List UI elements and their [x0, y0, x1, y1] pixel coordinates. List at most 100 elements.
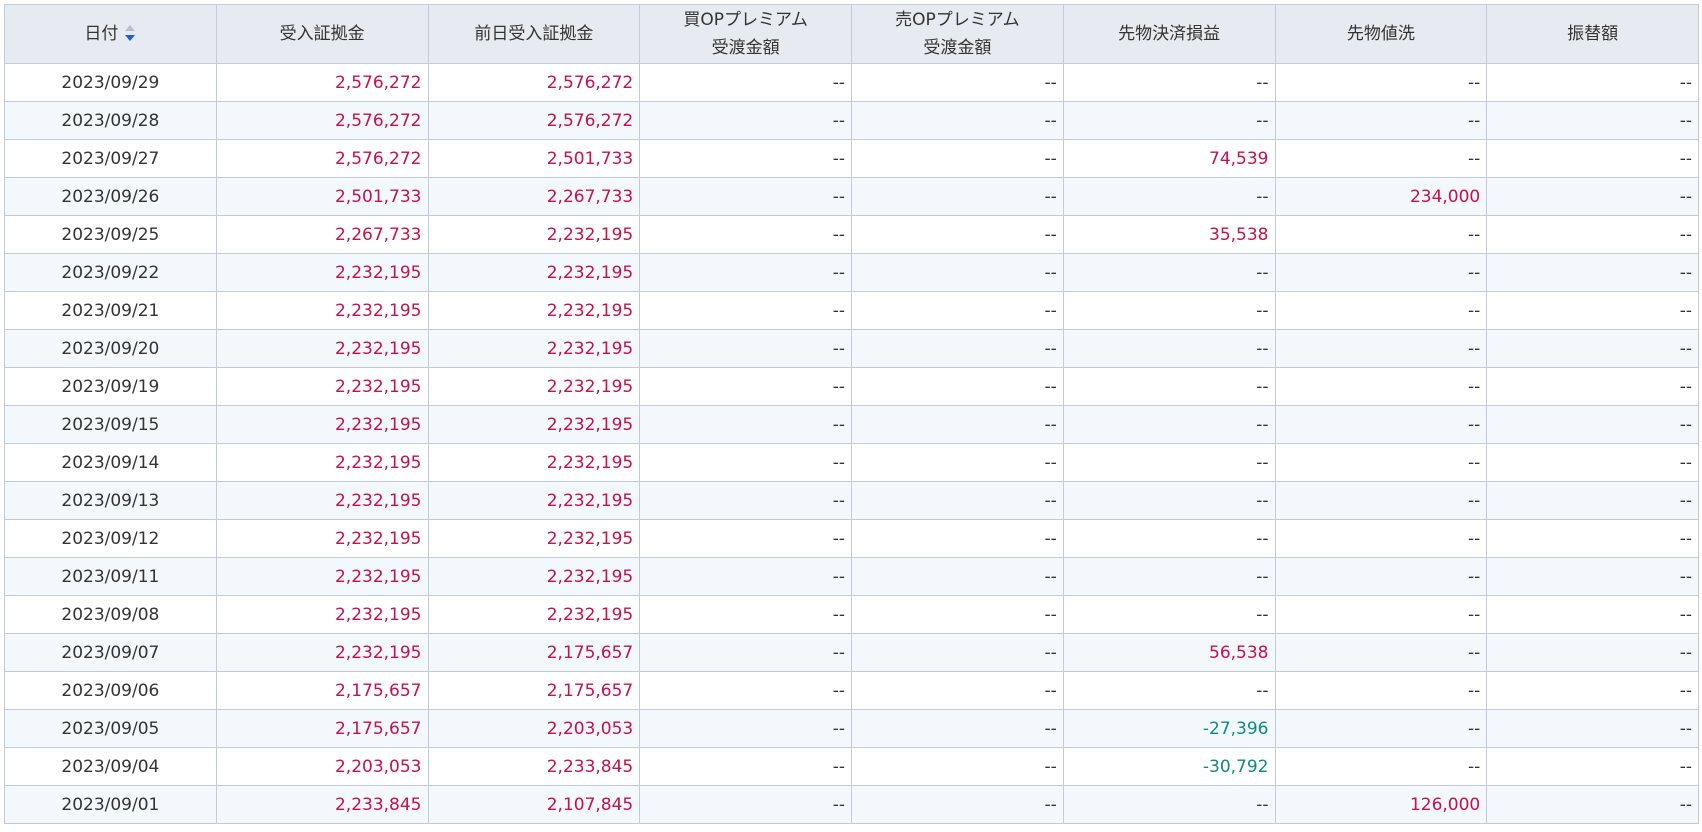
cell-buy-op-premium: --: [639, 443, 852, 482]
cell-sell-op-premium: --: [851, 557, 1064, 596]
header-futures-settlement-pl: 先物決済損益: [1062, 4, 1276, 64]
cell-prev-received-margin: 2,203,053: [427, 709, 641, 748]
cell-transfer-amount: --: [1486, 329, 1699, 368]
cell-futures-settlement-pl: --: [1062, 481, 1276, 520]
header-futures-mark-to-market: 先物値洗: [1274, 4, 1488, 64]
table-row: 2023/09/15 2,232,195 2,232,195 -- -- -- -- --: [4, 405, 1699, 444]
cell-received-margin: 2,576,272: [215, 63, 429, 102]
cell-buy-op-premium: --: [639, 671, 852, 710]
cell-transfer-amount: --: [1486, 101, 1699, 140]
cell-futures-settlement-pl: --: [1062, 63, 1276, 102]
cell-buy-op-premium: --: [639, 215, 852, 254]
header-date[interactable]: 日付: [4, 4, 217, 64]
cell-date: 2023/09/04: [4, 747, 217, 786]
cell-prev-received-margin: 2,232,195: [427, 557, 641, 596]
cell-futures-mark-to-market: --: [1274, 405, 1488, 444]
cell-buy-op-premium: --: [639, 633, 852, 672]
cell-buy-op-premium: --: [639, 367, 852, 406]
cell-sell-op-premium: --: [851, 177, 1064, 216]
cell-prev-received-margin: 2,576,272: [427, 63, 641, 102]
table-row: 2023/09/08 2,232,195 2,232,195 -- -- -- -- --: [4, 595, 1699, 634]
cell-sell-op-premium: --: [851, 747, 1064, 786]
cell-buy-op-premium: --: [639, 139, 852, 178]
cell-date: 2023/09/27: [4, 139, 217, 178]
cell-futures-mark-to-market: --: [1274, 633, 1488, 672]
cell-buy-op-premium: --: [639, 253, 852, 292]
cell-prev-received-margin: 2,232,195: [427, 443, 641, 482]
cell-received-margin: 2,576,272: [215, 139, 429, 178]
cell-received-margin: 2,232,195: [215, 557, 429, 596]
table-row: 2023/09/14 2,232,195 2,232,195 -- -- -- -- --: [4, 443, 1699, 482]
cell-date: 2023/09/29: [4, 63, 217, 102]
cell-buy-op-premium: --: [639, 405, 852, 444]
cell-sell-op-premium: --: [851, 595, 1064, 634]
cell-received-margin: 2,267,733: [215, 215, 429, 254]
cell-prev-received-margin: 2,232,195: [427, 329, 641, 368]
cell-futures-mark-to-market: 234,000: [1274, 177, 1488, 216]
cell-futures-settlement-pl: -30,792: [1062, 747, 1276, 786]
cell-sell-op-premium: --: [851, 785, 1064, 824]
cell-prev-received-margin: 2,175,657: [427, 633, 641, 672]
table-row: 2023/09/06 2,175,657 2,175,657 -- -- -- -- --: [4, 671, 1699, 710]
table-row: 2023/09/19 2,232,195 2,232,195 -- -- -- -- --: [4, 367, 1699, 406]
table-row: 2023/09/20 2,232,195 2,232,195 -- -- -- -- --: [4, 329, 1699, 368]
cell-received-margin: 2,232,195: [215, 329, 429, 368]
cell-futures-settlement-pl: --: [1062, 367, 1276, 406]
cell-transfer-amount: --: [1486, 291, 1699, 330]
cell-futures-mark-to-market: --: [1274, 443, 1488, 482]
cell-sell-op-premium: --: [851, 139, 1064, 178]
cell-sell-op-premium: --: [851, 633, 1064, 672]
header-buy-op-premium-line1: 買OPプレミアム: [683, 10, 808, 30]
cell-buy-op-premium: --: [639, 177, 852, 216]
cell-received-margin: 2,232,195: [215, 633, 429, 672]
cell-prev-received-margin: 2,576,272: [427, 101, 641, 140]
header-prev-received-margin-label: 前日受入証拠金: [474, 24, 594, 44]
cell-futures-mark-to-market: --: [1274, 709, 1488, 748]
cell-date: 2023/09/22: [4, 253, 217, 292]
cell-transfer-amount: --: [1486, 785, 1699, 824]
cell-futures-settlement-pl: --: [1062, 519, 1276, 558]
cell-date: 2023/09/06: [4, 671, 217, 710]
cell-futures-mark-to-market: --: [1274, 595, 1488, 634]
cell-transfer-amount: --: [1486, 443, 1699, 482]
cell-date: 2023/09/19: [4, 367, 217, 406]
cell-sell-op-premium: --: [851, 63, 1064, 102]
cell-date: 2023/09/01: [4, 785, 217, 824]
cell-futures-settlement-pl: 74,539: [1062, 139, 1276, 178]
cell-futures-mark-to-market: --: [1274, 215, 1488, 254]
cell-buy-op-premium: --: [639, 785, 852, 824]
cell-futures-settlement-pl: -27,396: [1062, 709, 1276, 748]
cell-futures-settlement-pl: --: [1062, 329, 1276, 368]
cell-transfer-amount: --: [1486, 519, 1699, 558]
cell-futures-mark-to-market: 126,000: [1274, 785, 1488, 824]
cell-sell-op-premium: --: [851, 671, 1064, 710]
cell-futures-mark-to-market: --: [1274, 367, 1488, 406]
cell-transfer-amount: --: [1486, 63, 1699, 102]
margin-history-table-container: 日付 受入証拠金 前日受入証拠金 買OPプレミアム 受渡金額 売OPプレミアム …: [4, 4, 1699, 824]
cell-received-margin: 2,175,657: [215, 709, 429, 748]
cell-futures-mark-to-market: --: [1274, 101, 1488, 140]
cell-futures-mark-to-market: --: [1274, 671, 1488, 710]
cell-received-margin: 2,501,733: [215, 177, 429, 216]
table-row: 2023/09/28 2,576,272 2,576,272 -- -- -- -- --: [4, 101, 1699, 140]
cell-prev-received-margin: 2,232,195: [427, 215, 641, 254]
header-buy-op-premium: 買OPプレミアム 受渡金額: [639, 4, 852, 64]
cell-prev-received-margin: 2,232,195: [427, 291, 641, 330]
cell-transfer-amount: --: [1486, 747, 1699, 786]
cell-sell-op-premium: --: [851, 709, 1064, 748]
cell-date: 2023/09/26: [4, 177, 217, 216]
cell-received-margin: 2,203,053: [215, 747, 429, 786]
cell-futures-settlement-pl: --: [1062, 785, 1276, 824]
cell-buy-op-premium: --: [639, 519, 852, 558]
cell-sell-op-premium: --: [851, 405, 1064, 444]
cell-received-margin: 2,232,195: [215, 367, 429, 406]
cell-sell-op-premium: --: [851, 443, 1064, 482]
cell-sell-op-premium: --: [851, 481, 1064, 520]
cell-transfer-amount: --: [1486, 481, 1699, 520]
cell-futures-settlement-pl: --: [1062, 291, 1276, 330]
table-row: 2023/09/29 2,576,272 2,576,272 -- -- -- -- --: [4, 63, 1699, 102]
cell-futures-settlement-pl: --: [1062, 253, 1276, 292]
cell-futures-settlement-pl: --: [1062, 595, 1276, 634]
cell-date: 2023/09/14: [4, 443, 217, 482]
sort-desc-icon[interactable]: [124, 24, 136, 44]
